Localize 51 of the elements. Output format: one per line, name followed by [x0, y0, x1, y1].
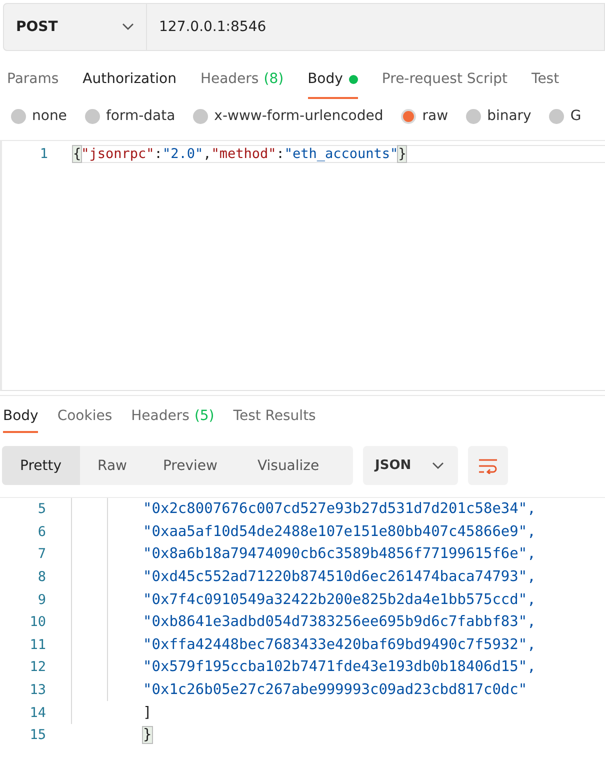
wrap-icon: [478, 458, 498, 474]
request-tab[interactable]: Params: [7, 63, 59, 99]
line-number: 9: [36, 592, 46, 608]
response-tab[interactable]: Test Results: [233, 405, 316, 433]
body-type-radio[interactable]: raw: [401, 108, 448, 124]
line-number: 11: [28, 636, 46, 653]
code-line: "0x8a6b18a79474090cb6c3589b4856f77199615f6e",: [143, 546, 536, 562]
line-number: 6: [36, 524, 46, 540]
code-line: "0x7f4c0910549a32422b200e825b2da4e1bb575ccd",: [143, 592, 536, 608]
view-mode-button[interactable]: Pretty: [2, 446, 80, 485]
response-tab[interactable]: Headers (5): [131, 405, 214, 433]
line-number: 13: [28, 682, 46, 698]
line-number: 5: [36, 501, 46, 518]
code-line: "0x2c8007676c007cd527e93b27d531d7d201c58e34",: [143, 501, 536, 518]
view-mode-button[interactable]: Visualize: [235, 446, 338, 485]
line-number: 12: [28, 659, 46, 676]
request-tab[interactable]: Pre-request Script: [382, 63, 508, 99]
code-line: "0xffa42448bec7683433e420baf69bd9490c7f5932",: [143, 636, 536, 653]
response-tab[interactable]: Cookies: [57, 405, 112, 433]
code-line: "0xd45c552ad71220b874510d6ec261474baca74793",: [143, 569, 536, 586]
line-number: 14: [28, 704, 46, 721]
view-mode-button[interactable]: Preview: [144, 446, 236, 485]
url-field[interactable]: 127.0.0.1:8546: [147, 3, 605, 51]
response-tab[interactable]: Body: [3, 405, 38, 433]
request-tab[interactable]: Body: [308, 63, 358, 99]
body-type-radio[interactable]: binary: [466, 108, 532, 124]
code-line: "0x579f195ccba102b7471fde43e193db0b18406d15",: [143, 659, 536, 676]
chevron-down-icon: [122, 23, 134, 31]
request-editor[interactable]: 1 {"jsonrpc":"2.0","method":"eth_accounts"}: [0, 140, 605, 391]
request-tab[interactable]: Authorization: [82, 63, 176, 99]
line-number: 1: [38, 146, 48, 162]
chevron-down-icon: [432, 462, 444, 470]
code-line: "0x1c26b05e27c267abe999993c09ad23cbd817c0dc": [143, 682, 528, 698]
line-number: 7: [36, 546, 46, 562]
line-number: 10: [28, 614, 46, 630]
line-number: 8: [36, 569, 46, 586]
line-number: 15: [28, 727, 46, 744]
code-line: {"jsonrpc":"2.0","method":"eth_accounts"}: [73, 145, 605, 163]
view-mode-button[interactable]: Raw: [80, 446, 145, 485]
request-tab[interactable]: Test: [532, 63, 560, 99]
body-type-radio[interactable]: none: [11, 108, 67, 124]
wrap-button[interactable]: [468, 446, 508, 485]
code-line: "0xaa5af10d54de2488e107e151e80bb407c45866e9",: [143, 524, 536, 540]
body-type-radio[interactable]: form-data: [84, 108, 176, 124]
body-type-radio[interactable]: x-www-form-urlencoded: [193, 108, 384, 124]
request-tab[interactable]: Headers (8): [200, 63, 284, 99]
body-type-radio[interactable]: G: [549, 108, 582, 124]
format-dropdown[interactable]: JSON: [363, 446, 458, 485]
code-line: "0xb8641e3adbd054d7383256ee695b9d6c7fabbf83",: [143, 614, 536, 630]
code-line: ]: [143, 704, 152, 721]
method-dropdown[interactable]: POST: [3, 3, 147, 51]
